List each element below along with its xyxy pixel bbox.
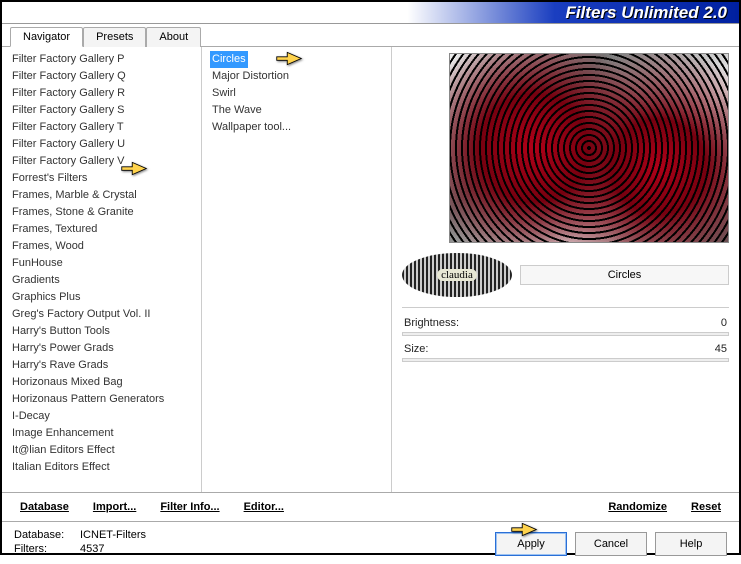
category-item[interactable]: Horizonaus Mixed Bag bbox=[10, 374, 201, 391]
filter-info-button[interactable]: Filter Info... bbox=[160, 501, 219, 513]
tab-navigator[interactable]: Navigator bbox=[10, 27, 83, 47]
category-item[interactable]: Italian Editors Effect bbox=[10, 459, 201, 476]
category-item[interactable]: Frames, Textured bbox=[10, 221, 201, 238]
database-button[interactable]: Database bbox=[20, 501, 69, 513]
filter-item[interactable]: Wallpaper tool... bbox=[210, 119, 391, 136]
category-item[interactable]: Frames, Wood bbox=[10, 238, 201, 255]
category-item[interactable]: Harry's Button Tools bbox=[10, 323, 201, 340]
title-bar: Filters Unlimited 2.0 bbox=[2, 2, 739, 24]
param-value: 45 bbox=[715, 343, 727, 355]
filter-item[interactable]: Swirl bbox=[210, 85, 391, 102]
randomize-button[interactable]: Randomize bbox=[608, 501, 667, 513]
filter-item[interactable]: Circles bbox=[210, 51, 248, 68]
category-item[interactable]: Harry's Power Grads bbox=[10, 340, 201, 357]
category-item[interactable]: Horizonaus Pattern Generators bbox=[10, 391, 201, 408]
category-item[interactable]: Greg's Factory Output Vol. II bbox=[10, 306, 201, 323]
watermark-badge: claudia bbox=[402, 253, 512, 297]
filter-list[interactable]: CirclesMajor DistortionSwirlThe WaveWall… bbox=[202, 47, 392, 492]
right-panel: claudia Circles Brightness: 0 Size: 45 bbox=[392, 47, 739, 492]
category-item[interactable]: Filter Factory Gallery P bbox=[10, 51, 201, 68]
toolbar: Database Import... Filter Info... Editor… bbox=[2, 492, 739, 521]
help-button[interactable]: Help bbox=[655, 532, 727, 556]
param-slider[interactable] bbox=[402, 358, 729, 362]
category-item[interactable]: Frames, Marble & Crystal bbox=[10, 187, 201, 204]
db-label: Database: bbox=[14, 528, 74, 542]
category-item[interactable]: Harry's Rave Grads bbox=[10, 357, 201, 374]
reset-button[interactable]: Reset bbox=[691, 501, 721, 513]
category-item[interactable]: Gradients bbox=[10, 272, 201, 289]
category-item[interactable]: Filter Factory Gallery V bbox=[10, 153, 201, 170]
tab-presets[interactable]: Presets bbox=[83, 27, 146, 47]
filter-item[interactable]: Major Distortion bbox=[210, 68, 391, 85]
main-area: Filter Factory Gallery PFilter Factory G… bbox=[2, 47, 739, 492]
watermark-text: claudia bbox=[437, 269, 477, 281]
param-label: Brightness: bbox=[404, 317, 459, 329]
app-title: Filters Unlimited 2.0 bbox=[565, 3, 727, 23]
param-slider[interactable] bbox=[402, 332, 729, 336]
db-value: ICNET-Filters bbox=[80, 528, 146, 542]
preview-image bbox=[449, 53, 729, 243]
param-row: Brightness: 0 bbox=[402, 316, 729, 330]
category-item[interactable]: FunHouse bbox=[10, 255, 201, 272]
category-item[interactable]: Filter Factory Gallery R bbox=[10, 85, 201, 102]
category-item[interactable]: Image Enhancement bbox=[10, 425, 201, 442]
tab-about[interactable]: About bbox=[146, 27, 201, 47]
category-item[interactable]: Filter Factory Gallery U bbox=[10, 136, 201, 153]
filters-count-value: 4537 bbox=[80, 542, 104, 556]
param-value: 0 bbox=[721, 317, 727, 329]
cancel-button[interactable]: Cancel bbox=[575, 532, 647, 556]
tab-bar: Navigator Presets About bbox=[2, 26, 739, 47]
category-item[interactable]: Forrest's Filters bbox=[10, 170, 201, 187]
param-label: Size: bbox=[404, 343, 428, 355]
footer-info: Database: ICNET-Filters Filters: 4537 bbox=[14, 528, 487, 556]
category-item[interactable]: Filter Factory Gallery T bbox=[10, 119, 201, 136]
category-item[interactable]: It@lian Editors Effect bbox=[10, 442, 201, 459]
category-list[interactable]: Filter Factory Gallery PFilter Factory G… bbox=[2, 47, 202, 492]
apply-button[interactable]: Apply bbox=[495, 532, 567, 556]
category-item[interactable]: Filter Factory Gallery Q bbox=[10, 68, 201, 85]
editor-button[interactable]: Editor... bbox=[244, 501, 284, 513]
current-filter-name: Circles bbox=[520, 265, 729, 285]
filters-count-label: Filters: bbox=[14, 542, 74, 556]
category-item[interactable]: Frames, Stone & Granite bbox=[10, 204, 201, 221]
footer: Database: ICNET-Filters Filters: 4537 Ap… bbox=[2, 521, 739, 564]
filter-item[interactable]: The Wave bbox=[210, 102, 391, 119]
param-row: Size: 45 bbox=[402, 342, 729, 356]
category-item[interactable]: Graphics Plus bbox=[10, 289, 201, 306]
category-item[interactable]: I-Decay bbox=[10, 408, 201, 425]
parameters-panel: Brightness: 0 Size: 45 bbox=[402, 307, 729, 368]
category-item[interactable]: Filter Factory Gallery S bbox=[10, 102, 201, 119]
import-button[interactable]: Import... bbox=[93, 501, 136, 513]
